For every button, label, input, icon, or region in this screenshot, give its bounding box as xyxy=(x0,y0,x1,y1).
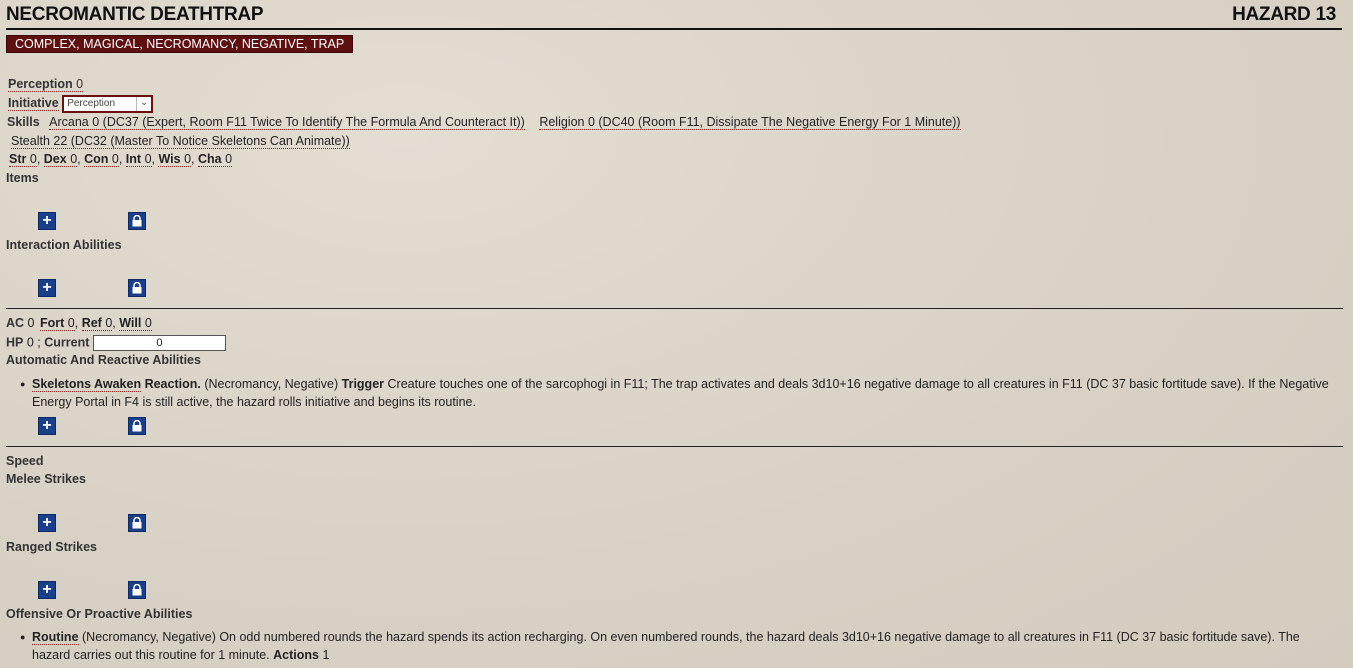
lock-interaction-button[interactable] xyxy=(128,279,146,297)
trigger-label: Trigger xyxy=(341,377,385,391)
perception-label[interactable]: Perception 0 xyxy=(8,77,84,92)
reaction-name[interactable]: Skeletons Awaken xyxy=(32,377,142,392)
ability-cha[interactable]: Cha 0 xyxy=(197,152,233,167)
lock-items-button[interactable] xyxy=(128,212,146,230)
stat-block-header: NECROMANTIC DEATHTRAP HAZARD 13 xyxy=(6,4,1342,30)
routine-name[interactable]: Routine xyxy=(32,630,79,645)
bullet-icon: ● xyxy=(20,379,26,389)
add-reaction-button[interactable]: + xyxy=(38,417,56,435)
add-interaction-button[interactable]: + xyxy=(38,279,56,297)
initiative-select[interactable]: Perception ⌄ xyxy=(62,95,154,113)
plus-icon: + xyxy=(42,212,52,229)
hp-row: HP 0 ; Current 0 xyxy=(6,335,226,351)
plus-icon: + xyxy=(42,581,52,598)
perception-row: Perception 0 xyxy=(8,77,84,92)
divider xyxy=(6,308,1343,309)
save-fort[interactable]: Fort 0 xyxy=(39,316,75,331)
plus-icon: + xyxy=(42,417,52,434)
add-item-button[interactable]: + xyxy=(38,212,56,230)
save-ref[interactable]: Ref 0 xyxy=(81,316,113,331)
reaction-ability: ● Skeletons Awaken Reaction. (Necromancy… xyxy=(20,375,1335,411)
routine-text: (Necromancy, Negative) On odd numbered r… xyxy=(32,630,1300,662)
lock-icon xyxy=(132,282,142,294)
hp-label: HP xyxy=(6,335,24,350)
plus-icon: + xyxy=(42,514,52,531)
skill-religion[interactable]: Religion 0 (DC40 (Room F11, Dissipate Th… xyxy=(539,115,961,130)
interaction-heading: Interaction Abilities xyxy=(6,238,122,252)
reaction-traits: (Necromancy, Negative) xyxy=(204,377,339,391)
current-hp-input[interactable]: 0 xyxy=(92,335,226,351)
skills-label: Skills xyxy=(7,115,40,129)
hp-value: 0 xyxy=(26,335,34,350)
bullet-icon: ● xyxy=(20,632,26,642)
ability-int[interactable]: Int 0 xyxy=(125,152,152,167)
skill-arcana[interactable]: Arcana 0 (DC37 (Expert, Room F11 Twice T… xyxy=(49,115,525,130)
lock-icon xyxy=(132,215,142,227)
hazard-level: HAZARD 13 xyxy=(1232,4,1336,25)
skills-row: Skills Arcana 0 (DC37 (Expert, Room F11 … xyxy=(7,115,961,130)
ability-str[interactable]: Str 0 xyxy=(9,152,37,167)
actions-label: Actions xyxy=(273,648,319,662)
add-melee-button[interactable]: + xyxy=(38,514,56,532)
automatic-heading: Automatic And Reactive Abilities xyxy=(6,353,201,367)
lock-melee-button[interactable] xyxy=(128,514,146,532)
hazard-title: NECROMANTIC DEATHTRAP xyxy=(6,4,264,25)
divider xyxy=(6,446,1343,447)
lock-reaction-button[interactable] xyxy=(128,417,146,435)
add-ranged-button[interactable]: + xyxy=(38,581,56,599)
ac-value: 0 xyxy=(27,316,35,330)
reaction-kind: Reaction. xyxy=(144,377,201,391)
ability-dex[interactable]: Dex 0 xyxy=(43,152,78,167)
ability-scores-row: Str 0, Dex 0, Con 0, Int 0, Wis 0, Cha 0 xyxy=(9,152,233,167)
skills-row-2: Stealth 22 (DC32 (Master To Notice Skele… xyxy=(11,134,350,149)
ability-con[interactable]: Con 0 xyxy=(84,152,119,167)
plus-icon: + xyxy=(42,279,52,296)
offensive-heading: Offensive Or Proactive Abilities xyxy=(6,607,193,621)
lock-icon xyxy=(132,584,142,596)
melee-heading: Melee Strikes xyxy=(6,472,86,486)
ac-label: AC xyxy=(6,316,25,330)
current-hp-label: Current xyxy=(44,335,90,350)
initiative-label[interactable]: Initiative xyxy=(8,96,59,112)
traits-badge: COMPLEX, MAGICAL, NECROMANCY, NEGATIVE, … xyxy=(6,35,354,53)
lock-ranged-button[interactable] xyxy=(128,581,146,599)
save-will[interactable]: Will 0 xyxy=(119,316,152,331)
ability-wis[interactable]: Wis 0 xyxy=(158,152,192,167)
lock-icon xyxy=(132,420,142,432)
chevron-down-icon: ⌄ xyxy=(136,97,151,111)
speed-heading: Speed xyxy=(6,454,44,468)
ranged-heading: Ranged Strikes xyxy=(6,540,98,554)
items-heading: Items xyxy=(6,171,39,185)
routine-ability: ● Routine (Necromancy, Negative) On odd … xyxy=(20,628,1335,664)
skill-stealth[interactable]: Stealth 22 (DC32 (Master To Notice Skele… xyxy=(11,134,350,149)
defense-row: AC 0 Fort 0, Ref 0, Will 0 xyxy=(6,316,152,331)
initiative-row: Initiative Perception ⌄ xyxy=(8,95,154,113)
actions-value: 1 xyxy=(322,648,330,662)
lock-icon xyxy=(132,517,142,529)
